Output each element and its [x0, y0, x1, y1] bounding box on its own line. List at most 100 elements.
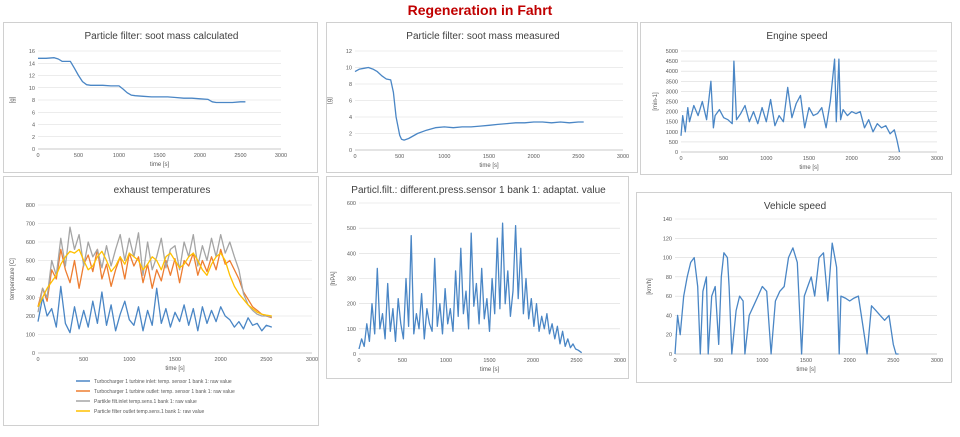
x-axis-label: time [s] [480, 367, 500, 373]
y-tick-label: 200 [26, 314, 35, 320]
legend-label: Partikle filt.inlet temp.sens.1 bank 1: … [94, 399, 197, 405]
x-tick-label: 500 [719, 156, 728, 162]
chart-soot-meas: Particle filter: soot mass measured 0 2 4 6 8… [327, 31, 629, 169]
x-tick-label: 500 [714, 358, 723, 364]
legend-label: Turbocharger 1 turbine inlet: temp. sens… [94, 379, 232, 385]
y-axis-label: [km/h] [647, 278, 653, 295]
x-tick-label: 2000 [194, 153, 206, 159]
y-tick-label: 600 [347, 201, 356, 207]
x-tick-label: 3000 [614, 358, 626, 364]
chart-panel-vehicle-speed: Vehicle speed 0 20 40 60 80 100 120 140 0 500 1000 1… [636, 192, 952, 383]
y-tick-label: 4000 [666, 69, 678, 75]
x-tick-label: 2000 [846, 156, 858, 162]
x-tick-label: 1500 [483, 358, 495, 364]
y-tick-label: 2 [32, 135, 35, 141]
x-tick-label: 500 [74, 153, 83, 159]
chart-panel-soot-calc: Particle filter: soot mass calculated 0 2 4… [3, 22, 318, 173]
y-axis-label: [g] [327, 97, 333, 104]
y-tick-label: 20 [666, 333, 672, 339]
y-tick-label: 5000 [666, 49, 678, 55]
y-tick-label: 2 [349, 132, 352, 138]
x-tick-label: 0 [36, 153, 39, 159]
y-tick-label: 8 [32, 98, 35, 104]
legend-label: Particle filter outlet temp.sens.1 bank … [94, 409, 205, 415]
x-tick-label: 3000 [931, 156, 943, 162]
series-line-1 [674, 242, 899, 355]
y-tick-label: 8 [349, 82, 352, 88]
y-tick-label: 300 [26, 296, 35, 302]
x-tick-label: 1500 [153, 153, 165, 159]
y-tick-label: 700 [26, 222, 35, 228]
x-tick-label: 0 [36, 357, 39, 363]
x-tick-label: 1500 [483, 154, 495, 160]
chart-diff-press: Particl.filt.: different.press.sensor 1 … [331, 185, 626, 373]
y-tick-label: 2000 [666, 110, 678, 116]
x-axis-label: time [s] [479, 163, 499, 169]
y-tick-label: 500 [347, 226, 356, 232]
series-line-1 [37, 285, 273, 334]
x-tick-label: 2500 [572, 154, 584, 160]
series-line-1 [354, 66, 584, 141]
x-tick-label: 0 [673, 358, 676, 364]
chart-panel-engine-speed: Engine speed 0 500 1000 1500 2000 2500 3000 3500… [640, 22, 952, 175]
y-tick-label: 6 [349, 99, 352, 105]
x-tick-label: 1000 [760, 156, 772, 162]
chart-vehicle-speed: Vehicle speed 0 20 40 60 80 100 120 140 0 500 1000 1… [647, 201, 943, 373]
x-axis-label: time [s] [150, 162, 170, 168]
y-axis-label: temperature [C] [10, 258, 16, 300]
y-tick-label: 0 [669, 352, 672, 358]
x-tick-label: 2500 [888, 156, 900, 162]
x-tick-label: 2500 [887, 358, 899, 364]
chart-panel-soot-meas: Particle filter: soot mass measured 0 2 4 6 8… [326, 22, 638, 173]
y-tick-label: 6 [32, 110, 35, 116]
chart-title: Particle filter: soot mass measured [406, 31, 559, 42]
y-tick-label: 800 [26, 203, 35, 209]
x-tick-label: 2000 [844, 358, 856, 364]
y-tick-label: 0 [349, 148, 352, 154]
y-tick-label: 3000 [666, 89, 678, 95]
y-tick-label: 60 [666, 294, 672, 300]
chart-title: Particle filter: soot mass calculated [85, 31, 239, 42]
x-axis-label: time [s] [165, 366, 185, 372]
y-tick-label: 16 [29, 49, 35, 55]
chart-soot-calc: Particle filter: soot mass calculated 0 2 4… [10, 31, 287, 168]
x-tick-label: 1000 [113, 153, 125, 159]
chart-title: Engine speed [766, 31, 827, 42]
y-tick-label: 14 [29, 61, 35, 67]
series-line-1 [358, 222, 583, 354]
legend-label: Turbocharger 1 turbine outlet: temp. sen… [94, 389, 235, 395]
y-tick-label: 40 [666, 313, 672, 319]
y-axis-label: [min-1] [653, 92, 659, 111]
y-tick-label: 500 [669, 140, 678, 146]
y-tick-label: 100 [26, 333, 35, 339]
x-tick-label: 3000 [306, 357, 318, 363]
y-tick-label: 12 [346, 49, 352, 55]
x-tick-label: 1500 [800, 358, 812, 364]
y-axis-label: [g] [10, 96, 16, 103]
chart-title: exhaust temperatures [114, 185, 211, 196]
y-tick-label: 3500 [666, 79, 678, 85]
y-tick-label: 100 [347, 327, 356, 333]
x-tick-label: 1000 [440, 358, 452, 364]
y-axis-label: [hPA] [331, 271, 337, 286]
x-tick-label: 500 [395, 154, 404, 160]
y-tick-label: 400 [347, 251, 356, 257]
series-line-1 [38, 57, 246, 104]
y-tick-label: 0 [32, 147, 35, 153]
chart-exhaust-temps: exhaust temperatures 0 100 200 300 400 500 600 7… [10, 185, 318, 415]
x-tick-label: 500 [79, 357, 88, 363]
x-tick-label: 2000 [215, 357, 227, 363]
x-tick-label: 0 [353, 154, 356, 160]
series-line-1 [680, 58, 901, 153]
y-tick-label: 300 [347, 277, 356, 283]
x-axis-label: time [s] [799, 165, 819, 171]
y-tick-label: 4 [32, 123, 35, 129]
y-tick-label: 2500 [666, 100, 678, 106]
page-title: Regeneration in Fahrt [407, 2, 553, 18]
y-tick-label: 100 [663, 256, 672, 262]
y-tick-label: 12 [29, 74, 35, 80]
x-tick-label: 2500 [260, 357, 272, 363]
x-tick-label: 1000 [438, 154, 450, 160]
y-tick-label: 0 [353, 352, 356, 358]
chart-engine-speed: Engine speed 0 500 1000 1500 2000 2500 3000 3500… [653, 31, 943, 171]
